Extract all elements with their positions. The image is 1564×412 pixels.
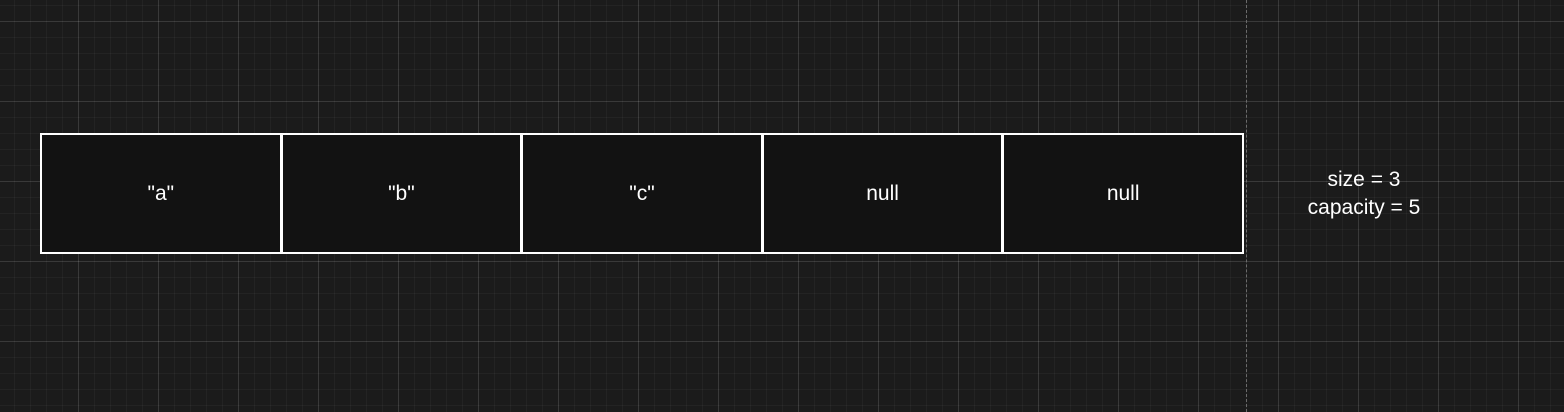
array-row: "a" "b" "c" null null [40,133,1248,254]
array-cell-value: "a" [147,181,175,205]
array-cell-2: "c" [521,133,763,254]
diagram-canvas: "a" "b" "c" null null size = 3 capacity … [0,0,1564,412]
size-label: size = 3 [1327,168,1401,191]
capacity-label: capacity = 5 [1307,196,1421,219]
array-cell-value: "c" [629,181,655,205]
array-cell-0: "a" [40,133,282,254]
array-cell-4: null [1002,133,1244,254]
array-cell-1: "b" [280,133,523,254]
array-cell-value: null [1106,181,1140,205]
array-cell-value: null [866,181,899,205]
array-info-label: size = 3 capacity = 5 [1264,166,1464,222]
array-cell-3: null [761,133,1004,254]
array-cell-value: "b" [388,181,415,205]
